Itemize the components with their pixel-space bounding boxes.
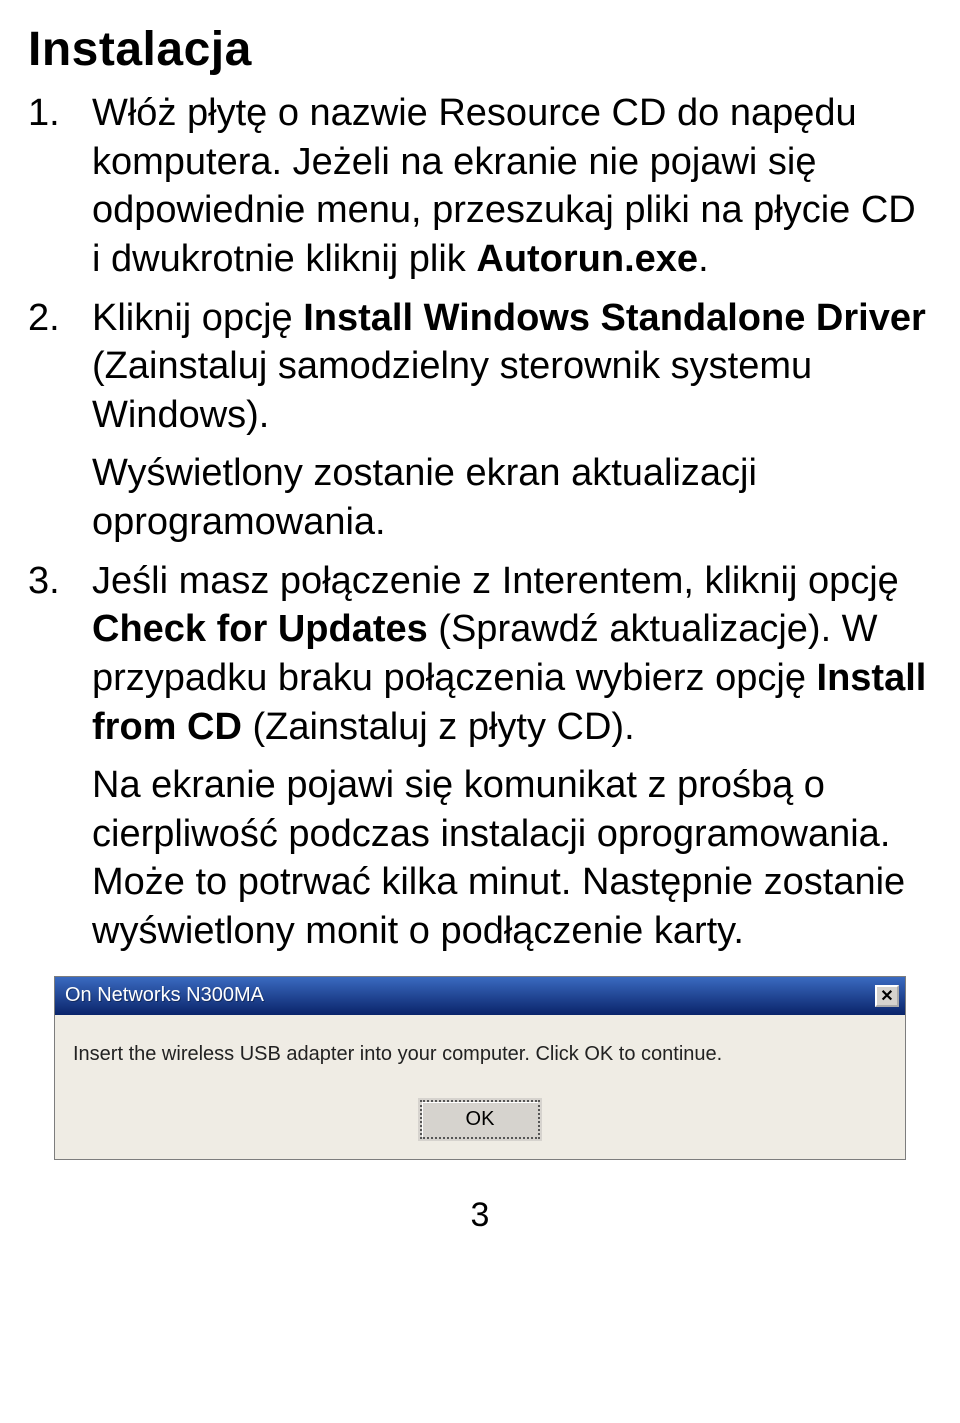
- step-paragraph: Wyświetlony zostanie ekran aktualizacji …: [92, 449, 932, 546]
- step-item: 2.Kliknij opcję Install Windows Standalo…: [28, 294, 932, 547]
- text-run: (Zainstaluj z płyty CD).: [242, 706, 635, 748]
- page-number: 3: [28, 1196, 932, 1235]
- steps-list: 1.Włóż płytę o nazwie Resource CD do nap…: [28, 89, 932, 956]
- page: Instalacja 1.Włóż płytę o nazwie Resourc…: [0, 0, 960, 1275]
- text-run: Jeśli masz połączenie z Interentem, klik…: [92, 560, 899, 602]
- text-run: Wyświetlony zostanie ekran aktualizacji …: [92, 452, 757, 543]
- step-paragraph: Włóż płytę o nazwie Resource CD do napęd…: [92, 89, 932, 284]
- dialog-body-text: Insert the wireless USB adapter into you…: [55, 1015, 905, 1074]
- text-run: Na ekranie pojawi się komunikat z prośbą…: [92, 764, 905, 952]
- page-heading: Instalacja: [28, 22, 932, 77]
- bold-text: Check for Updates: [92, 608, 428, 650]
- step-number: 1.: [28, 89, 82, 138]
- text-run: (Zainstaluj samodzielny sterownik system…: [92, 345, 812, 436]
- dialog-window: On Networks N300MA ✕ Insert the wireless…: [54, 976, 906, 1160]
- bold-text: Install Windows Standalone Driver: [303, 297, 926, 339]
- bold-text: Autorun.exe: [476, 238, 698, 280]
- step-paragraph: Na ekranie pojawi się komunikat z prośbą…: [92, 761, 932, 956]
- text-run: Kliknij opcję: [92, 297, 303, 339]
- dialog-title: On Networks N300MA: [65, 984, 264, 1007]
- step-item: 1.Włóż płytę o nazwie Resource CD do nap…: [28, 89, 932, 284]
- step-paragraph: Kliknij opcję Install Windows Standalone…: [92, 294, 932, 440]
- dialog-footer: OK: [55, 1074, 905, 1159]
- text-run: .: [698, 238, 709, 280]
- step-paragraph: Jeśli masz połączenie z Interentem, klik…: [92, 557, 932, 752]
- step-number: 3.: [28, 557, 82, 606]
- dialog-titlebar: On Networks N300MA ✕: [55, 977, 905, 1015]
- step-item: 3.Jeśli masz połączenie z Interentem, kl…: [28, 557, 932, 956]
- ok-button[interactable]: OK: [420, 1100, 540, 1139]
- close-icon[interactable]: ✕: [875, 985, 899, 1007]
- step-number: 2.: [28, 294, 82, 343]
